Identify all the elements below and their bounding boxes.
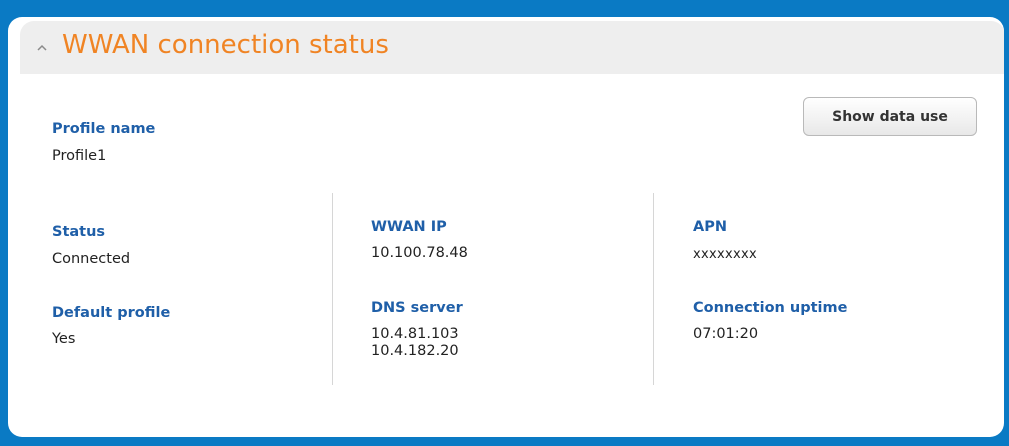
panel-header[interactable]: WWAN connection status: [20, 21, 1004, 74]
dns-server-label: DNS server: [371, 300, 463, 316]
wwan-ip-value: 10.100.78.48: [371, 245, 468, 261]
chevron-up-icon[interactable]: [36, 39, 48, 51]
column-divider: [332, 193, 333, 385]
show-data-use-button[interactable]: Show data use: [803, 97, 977, 136]
default-profile-value: Yes: [52, 331, 76, 347]
wwan-ip-label: WWAN IP: [371, 219, 447, 235]
profile-name-label: Profile name: [52, 121, 156, 137]
connection-uptime-label: Connection uptime: [693, 300, 848, 316]
status-label: Status: [52, 224, 106, 240]
column-divider: [653, 193, 654, 385]
apn-value: xxxxxxxx: [693, 247, 757, 262]
status-value: Connected: [52, 251, 131, 267]
apn-label: APN: [693, 219, 727, 235]
default-profile-label: Default profile: [52, 305, 171, 321]
profile-name-value: Profile1: [52, 148, 107, 164]
dns-server-value: 10.4.182.20: [371, 343, 459, 359]
dns-server-values: 10.4.81.103 10.4.182.20: [371, 326, 459, 360]
dns-server-value: 10.4.81.103: [371, 326, 459, 342]
wwan-status-panel: WWAN connection status Show data use Pro…: [8, 17, 1004, 437]
panel-title: WWAN connection status: [62, 30, 389, 60]
connection-uptime-value: 07:01:20: [693, 326, 759, 342]
